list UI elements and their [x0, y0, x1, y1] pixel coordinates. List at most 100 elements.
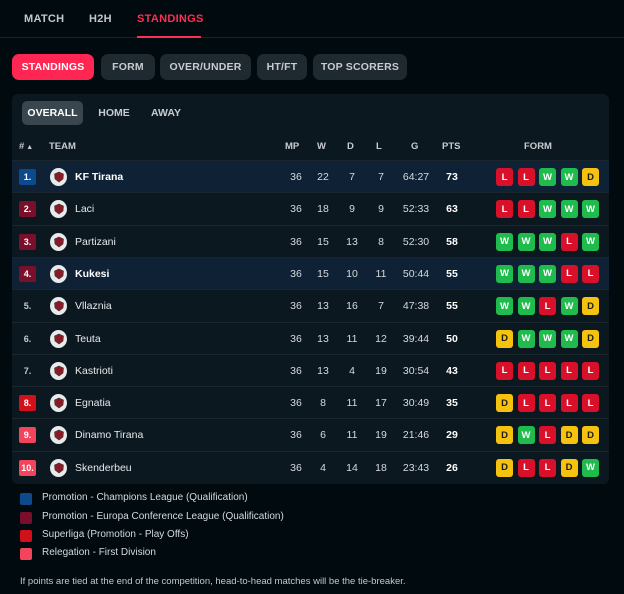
table-row[interactable]: 4. Kukesi 36 15 10 11 50:44 55 W W W L L — [12, 256, 609, 289]
form-badge[interactable]: L — [496, 200, 513, 219]
cell-d: 10 — [346, 267, 358, 280]
form-badge[interactable]: L — [560, 232, 578, 251]
team-name[interactable]: Vllaznia — [75, 300, 112, 312]
form-badge[interactable]: W — [560, 168, 578, 186]
form-badge[interactable]: W — [517, 232, 535, 251]
form-badge[interactable]: L — [539, 458, 556, 477]
team-name[interactable]: Egnatia — [75, 397, 111, 409]
form-badge[interactable]: D — [496, 329, 513, 348]
form-badge[interactable]: D — [582, 426, 599, 445]
cell-d: 14 — [346, 461, 358, 474]
tab-match[interactable]: MATCH — [24, 13, 64, 25]
form-badge[interactable]: L — [539, 297, 556, 316]
form-badge[interactable]: W — [539, 168, 556, 186]
form-badge[interactable]: L — [560, 264, 578, 283]
team-name[interactable]: KF Tirana — [75, 171, 123, 183]
cell-l: 18 — [375, 461, 387, 474]
table-row[interactable]: 6. Teuta 36 13 11 12 39:44 50 D W W W D — [12, 321, 609, 354]
form-badge[interactable]: D — [582, 297, 599, 316]
active-tab-indicator — [137, 36, 201, 38]
pill-ht-ft[interactable]: HT/FT — [257, 54, 307, 80]
table-row[interactable]: 5. Vllaznia 36 13 16 7 47:38 55 W W L W D — [12, 289, 609, 321]
table-row[interactable]: 1. KF Tirana 36 22 7 7 64:27 73 L L W W D — [12, 160, 609, 192]
form-badge[interactable]: W — [539, 329, 556, 348]
form-badge[interactable]: W — [539, 264, 556, 283]
cell-mp: 36 — [290, 267, 302, 280]
form-badge[interactable]: W — [517, 329, 535, 348]
tab-h2h[interactable]: H2H — [89, 13, 112, 25]
table-row[interactable]: 7. Kastrioti 36 13 4 19 30:54 43 L L L L L — [12, 353, 609, 386]
form-badge[interactable]: L — [496, 168, 513, 186]
pill-standings[interactable]: STANDINGS — [12, 54, 94, 80]
form-badge[interactable]: L — [560, 361, 578, 380]
team-name[interactable]: Teuta — [75, 333, 101, 345]
form-badge[interactable]: L — [517, 361, 535, 380]
form-badge[interactable]: D — [582, 329, 599, 348]
rank-badge: 1. — [19, 169, 36, 185]
form-badge[interactable]: L — [539, 361, 556, 380]
pill-form[interactable]: FORM — [101, 54, 155, 80]
form-badge[interactable]: D — [496, 394, 513, 413]
table-row[interactable]: 2. Laci 36 18 9 9 52:33 63 L L W W W — [12, 192, 609, 224]
form-badge[interactable]: W — [539, 232, 556, 251]
team-name[interactable]: Partizani — [75, 236, 116, 248]
table-row[interactable]: 9. Dinamo Tirana 36 6 11 19 21:46 29 D W L D D — [12, 418, 609, 450]
form-badge[interactable]: L — [496, 361, 513, 380]
form-badge[interactable]: W — [560, 329, 578, 348]
form-badge[interactable]: D — [560, 458, 578, 477]
table-row[interactable]: 3. Partizani 36 15 13 8 52:30 58 W W W L W — [12, 224, 609, 257]
form-badge[interactable]: W — [582, 200, 599, 219]
form-badge[interactable]: W — [582, 232, 599, 251]
table-row[interactable]: 10. Skenderbeu 36 4 14 18 23:43 26 D L L D W — [12, 450, 609, 483]
header-mp: MP — [285, 141, 300, 152]
rank-badge: 9. — [19, 427, 36, 444]
form-badge[interactable]: W — [539, 200, 556, 219]
form-badge[interactable]: L — [582, 264, 599, 283]
form-badge[interactable]: L — [560, 394, 578, 413]
team-name[interactable]: Dinamo Tirana — [75, 429, 143, 441]
form-badge[interactable]: L — [582, 394, 599, 413]
team-name[interactable]: Skenderbeu — [75, 462, 132, 474]
team-crest-icon — [50, 426, 67, 445]
subtab-overall[interactable]: OVERALL — [22, 101, 83, 125]
table-row[interactable]: 8. Egnatia 36 8 11 17 30:49 35 D L L L L — [12, 386, 609, 418]
form-badge[interactable]: L — [539, 426, 556, 445]
rank-badge: 7. — [23, 365, 32, 376]
header-rank[interactable]: # ▲ — [19, 141, 33, 152]
form-badge[interactable]: L — [517, 458, 535, 477]
cell-pts: 50 — [446, 332, 458, 345]
team-crest-icon — [50, 329, 67, 348]
pill-top-scorers[interactable]: TOP SCORERS — [313, 54, 407, 80]
cell-pts: 55 — [446, 300, 458, 313]
form-badge[interactable]: W — [496, 297, 513, 316]
form-badge[interactable]: D — [496, 458, 513, 477]
form-badge[interactable]: L — [517, 200, 535, 219]
cell-g: 21:46 — [402, 429, 430, 442]
cell-l: 17 — [375, 397, 387, 410]
header-l: L — [376, 141, 382, 152]
form-badge[interactable]: L — [517, 168, 535, 186]
form-badge[interactable]: L — [517, 394, 535, 413]
form-badge[interactable]: W — [582, 458, 599, 477]
form-badge[interactable]: W — [517, 297, 535, 316]
form-badge[interactable]: D — [496, 426, 513, 445]
rank-badge: 4. — [19, 265, 36, 282]
form-badge[interactable]: W — [496, 232, 513, 251]
form-badge[interactable]: W — [517, 264, 535, 283]
form-badge[interactable]: W — [560, 200, 578, 219]
form-badge[interactable]: D — [560, 426, 578, 445]
team-name[interactable]: Laci — [75, 203, 94, 215]
team-name[interactable]: Kukesi — [75, 268, 109, 280]
form-badge[interactable]: W — [560, 297, 578, 316]
team-name[interactable]: Kastrioti — [75, 365, 113, 377]
subtab-away[interactable]: AWAY — [148, 101, 184, 125]
form-badge[interactable]: L — [582, 361, 599, 380]
form-badge[interactable]: L — [539, 394, 556, 413]
pill-over-under[interactable]: OVER/UNDER — [160, 54, 251, 80]
subtab-home[interactable]: HOME — [96, 101, 132, 125]
form-badge[interactable]: D — [582, 168, 599, 186]
tab-standings[interactable]: STANDINGS — [137, 13, 204, 25]
cell-pts: 29 — [446, 429, 458, 442]
form-badge[interactable]: W — [517, 426, 535, 445]
form-badge[interactable]: W — [496, 264, 513, 283]
